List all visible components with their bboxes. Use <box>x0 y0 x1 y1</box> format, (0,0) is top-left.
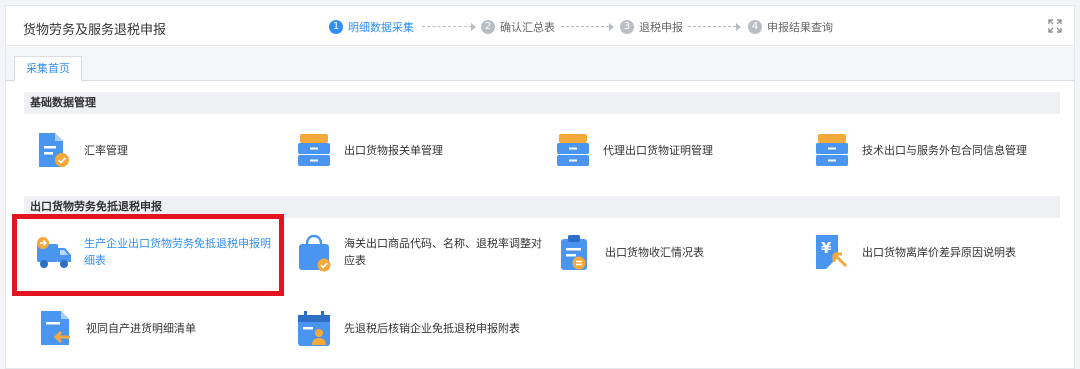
item-production-refund-detail[interactable]: 生产企业出口货物劳务免抵退税申报明细表 <box>34 230 278 274</box>
main-panel: 货物劳务及服务退税申报 1 明细数据采集 2 确认汇总表 3 退税申报 4 申报… <box>5 5 1075 369</box>
item-exchange-rate[interactable]: 汇率管理 <box>34 128 128 172</box>
yen-document-icon: ¥ <box>816 235 848 269</box>
step-3-number: 3 <box>620 20 634 34</box>
file-cabinet-icon <box>557 134 589 166</box>
fullscreen-icon[interactable] <box>1048 19 1062 33</box>
item-label: 技术出口与服务外包合同信息管理 <box>862 143 1027 157</box>
item-tech-service-contract[interactable]: 技术出口与服务外包合同信息管理 <box>812 128 1027 172</box>
truck-icon <box>37 237 71 268</box>
tab-bar: 采集首页 <box>6 47 1074 82</box>
file-cabinet-icon <box>816 134 848 166</box>
item-label: 出口货物报关单管理 <box>344 143 443 157</box>
step-arrow-icon <box>736 23 741 31</box>
step-arrow-icon <box>609 23 614 31</box>
item-fob-difference-explanation[interactable]: ¥ 出口货物离岸价差异原因说明表 <box>812 230 1016 274</box>
step-arrow-icon <box>471 23 476 31</box>
calendar-person-icon <box>298 311 330 346</box>
item-customs-declaration[interactable]: 出口货物报关单管理 <box>294 128 443 172</box>
step-4[interactable]: 4 申报结果查询 <box>748 19 833 35</box>
section-title-tax-refund: 出口货物劳务免抵退税申报 <box>24 196 1060 218</box>
item-agent-export-certificate[interactable]: 代理出口货物证明管理 <box>553 128 713 172</box>
page-title: 货物劳务及服务退税申报 <box>23 23 167 38</box>
file-cabinet-icon <box>298 134 330 166</box>
item-label: 出口货物收汇情况表 <box>605 245 704 259</box>
item-deemed-self-produced-list[interactable]: 视同自产进货明细清单 <box>36 306 196 350</box>
svg-text:¥: ¥ <box>821 239 832 257</box>
item-label: 海关出口商品代码、名称、退税率调整对应表 <box>344 237 542 267</box>
tab-collection-home[interactable]: 采集首页 <box>14 56 82 82</box>
step-4-number: 4 <box>748 20 762 34</box>
step-4-label: 申报结果查询 <box>767 21 833 34</box>
step-1-number: 1 <box>329 20 343 34</box>
section-title-basic-data: 基础数据管理 <box>24 92 1060 114</box>
shopping-bag-icon <box>299 234 331 272</box>
step-1[interactable]: 1 明细数据采集 <box>329 19 414 35</box>
page-header: 货物劳务及服务退税申报 1 明细数据采集 2 确认汇总表 3 退税申报 4 申报… <box>6 6 1074 46</box>
item-label: 视同自产进货明细清单 <box>86 321 196 335</box>
step-2-label: 确认汇总表 <box>500 21 555 34</box>
document-check-icon <box>39 133 69 167</box>
step-connector <box>688 26 736 27</box>
item-label: 汇率管理 <box>84 143 128 157</box>
item-label: 先退税后核销企业免抵退税申报附表 <box>344 321 520 335</box>
item-label: 生产企业出口货物劳务免抵退税申报明细表 <box>84 237 271 267</box>
item-customs-code-rate-table[interactable]: 海关出口商品代码、名称、退税率调整对应表 <box>294 230 544 274</box>
step-2-number: 2 <box>481 20 495 34</box>
step-1-label: 明细数据采集 <box>348 21 414 34</box>
step-3[interactable]: 3 退税申报 <box>620 19 683 35</box>
item-label: 代理出口货物证明管理 <box>603 143 713 157</box>
step-connector <box>561 26 609 27</box>
step-connector <box>422 26 472 27</box>
document-arrow-icon <box>41 311 70 345</box>
clipboard-icon <box>561 235 587 270</box>
step-3-label: 退税申报 <box>639 21 683 34</box>
item-foreign-exchange-receipt[interactable]: 出口货物收汇情况表 <box>555 230 704 274</box>
item-label: 出口货物离岸价差异原因说明表 <box>862 245 1016 259</box>
step-2[interactable]: 2 确认汇总表 <box>481 19 555 35</box>
item-refund-before-verification[interactable]: 先退税后核销企业免抵退税申报附表 <box>294 306 520 350</box>
